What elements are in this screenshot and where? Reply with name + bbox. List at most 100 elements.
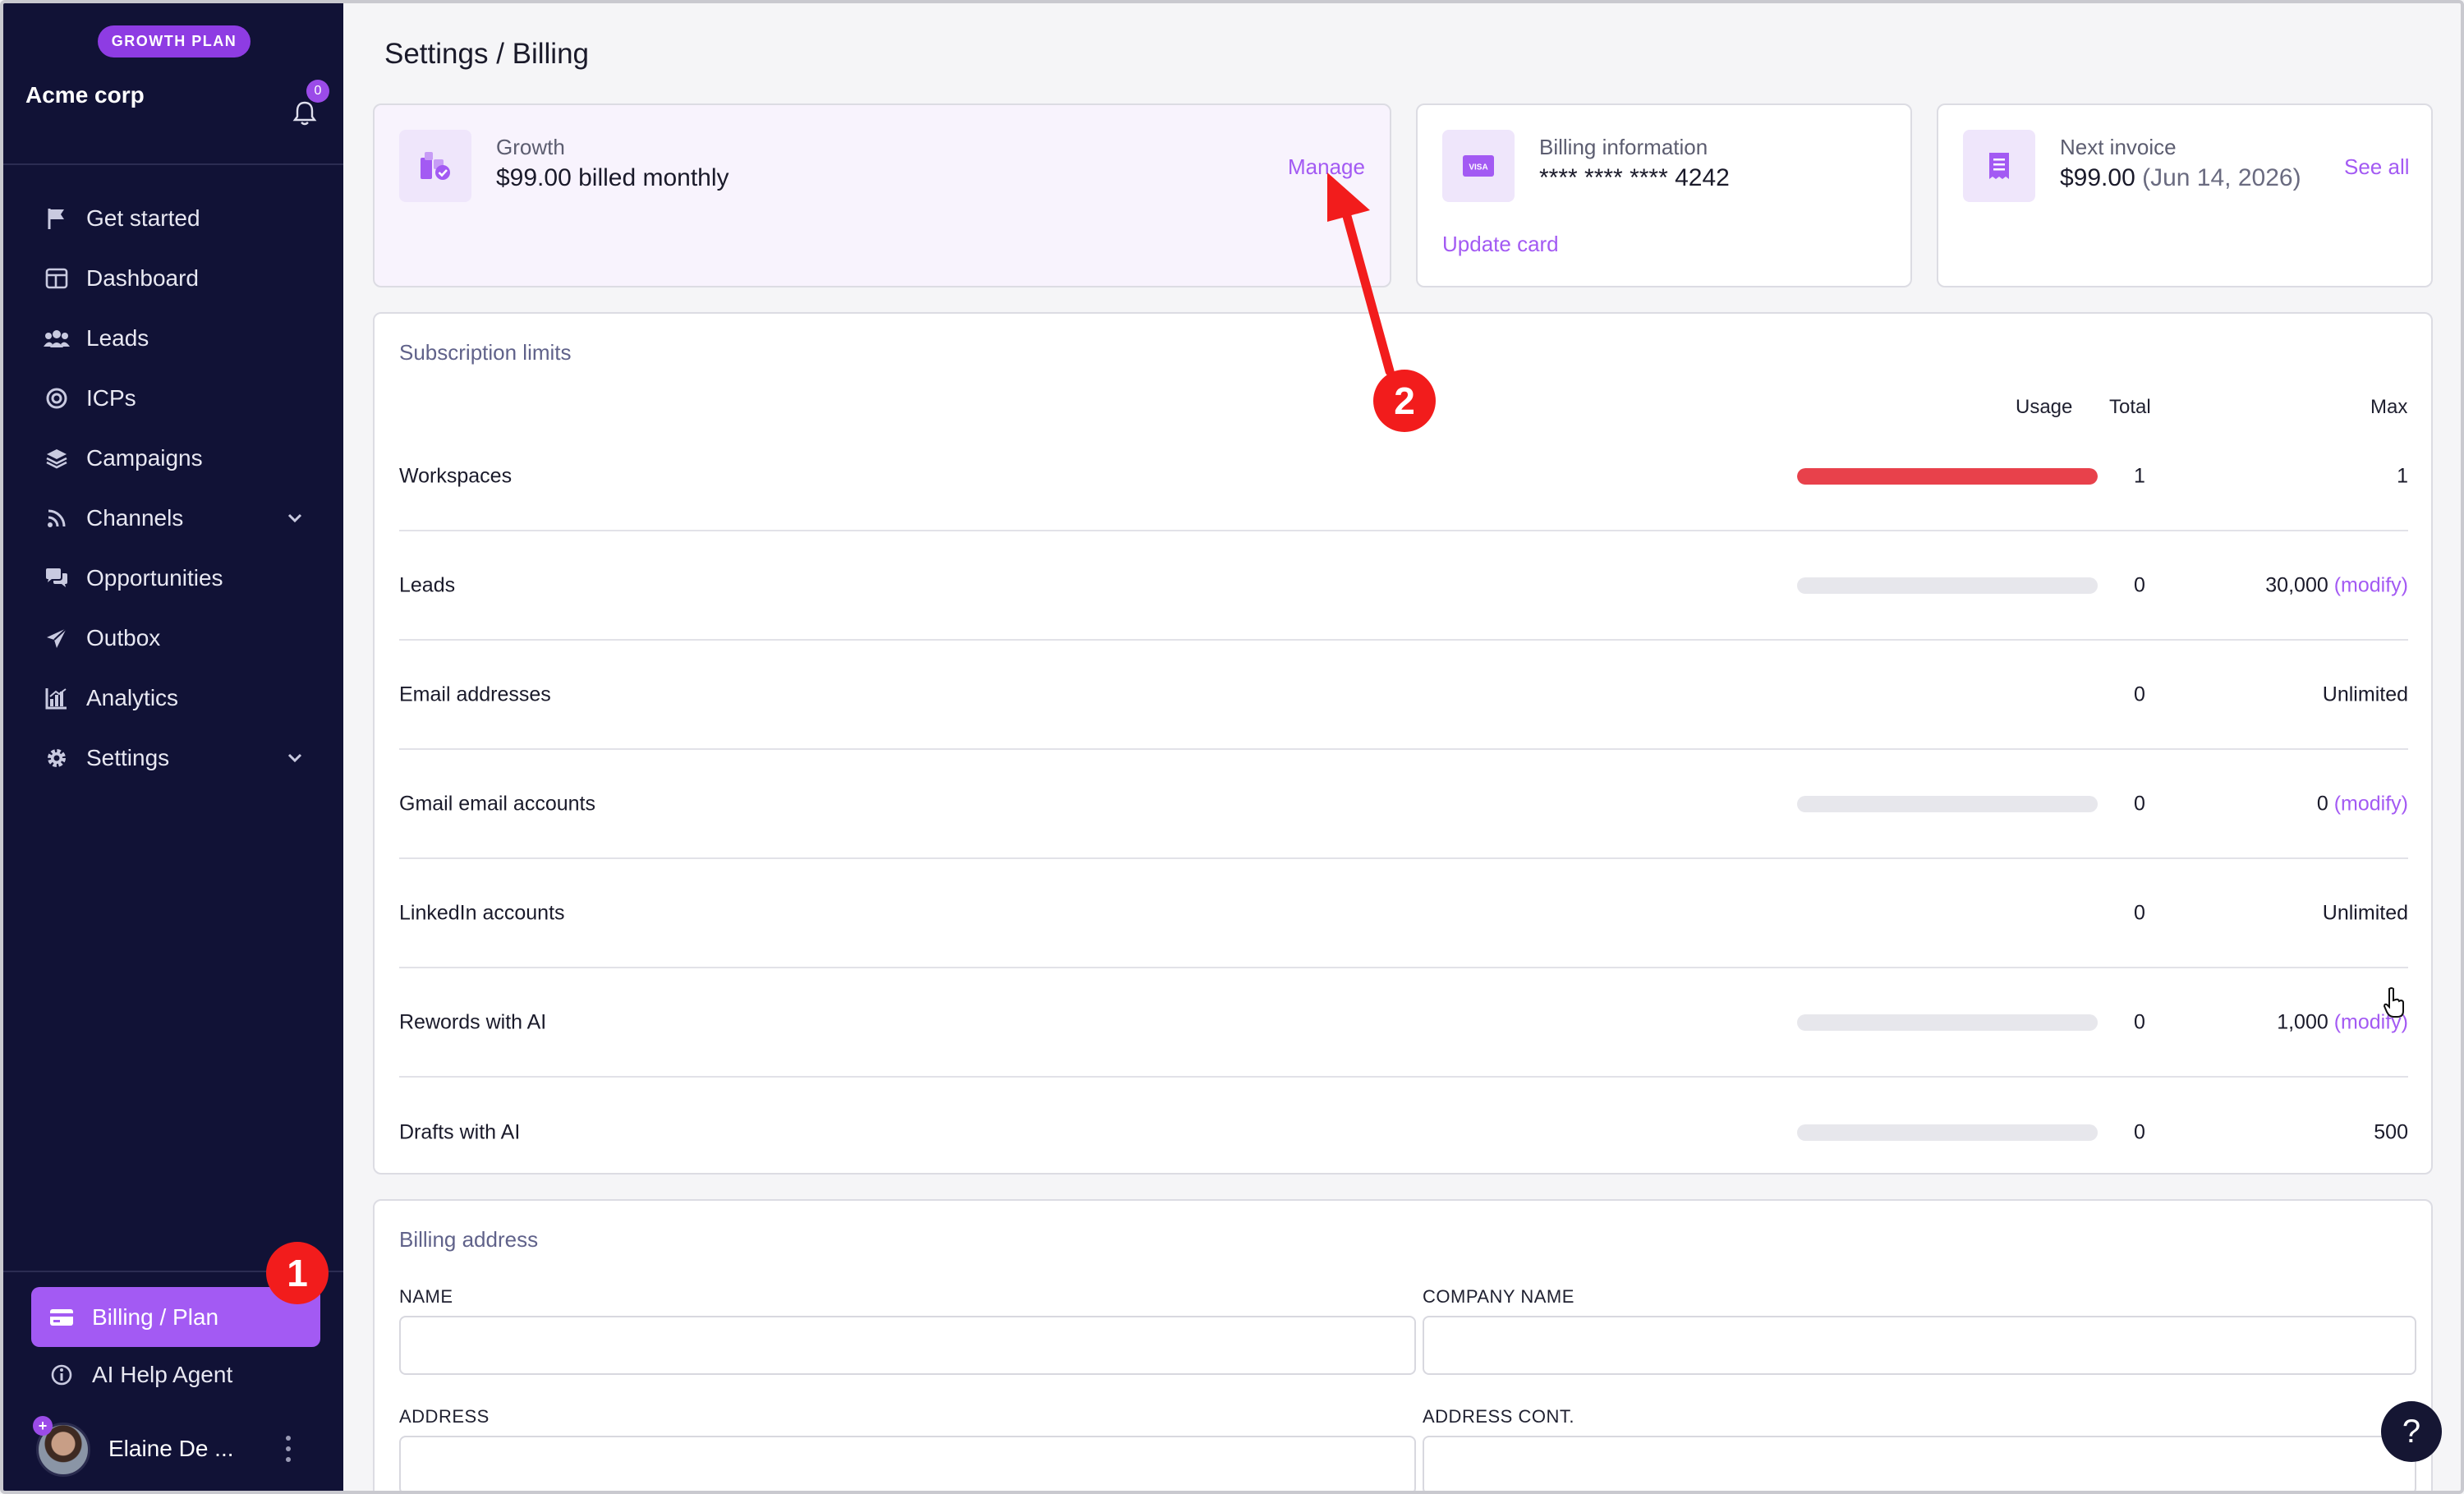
plan-icon [399, 130, 471, 202]
table-row: Workspaces 1 1 [399, 422, 2408, 531]
sidebar-item-channels[interactable]: Channels [3, 492, 343, 545]
usage-bar [1797, 795, 2098, 812]
bar-chart-icon [43, 684, 71, 712]
sidebar-item-label: Outbox [86, 625, 161, 650]
usage-bar [1797, 467, 2098, 485]
sidebar-item-label: Analytics [86, 685, 179, 710]
app-window: GROWTH PLAN Acme corp 0 Get started Dash… [0, 0, 2464, 1494]
gear-icon [43, 744, 71, 772]
modify-link[interactable]: (modify) [2334, 792, 2408, 815]
sidebar-item-icps[interactable]: ICPs [3, 372, 343, 425]
address-cont-input[interactable] [1423, 1436, 2416, 1491]
sidebar-item-label: Opportunities [86, 565, 223, 591]
subscription-limits-card: Subscription limits Usage Total Max Work… [373, 312, 2433, 1175]
next-invoice-card: Next invoice $99.00 (Jun 14, 2026) See a… [1937, 103, 2433, 287]
notification-count-badge: 0 [306, 80, 329, 103]
sidebar-item-analytics[interactable]: Analytics [3, 672, 343, 724]
address-input[interactable] [399, 1436, 1416, 1491]
bell-icon[interactable] [292, 99, 318, 127]
limit-max-value: 1,000 [2277, 1010, 2328, 1033]
receipt-icon [1963, 130, 2035, 202]
next-invoice-value: $99.00 (Jun 14, 2026) [2060, 164, 2301, 192]
more-vertical-icon[interactable] [279, 1432, 297, 1465]
limit-total: 0 [2134, 901, 2145, 924]
modify-link[interactable]: (modify) [2334, 573, 2408, 596]
limit-max-value: Unlimited [2322, 901, 2408, 924]
rss-icon [43, 504, 71, 532]
limit-max: Unlimited [2323, 901, 2408, 925]
chevron-down-icon[interactable] [283, 746, 307, 770]
sidebar-item-leads[interactable]: Leads [3, 312, 343, 365]
plan-price: $99.00 billed monthly [496, 164, 729, 191]
sidebar-item-label: Campaigns [86, 445, 203, 471]
name-input[interactable] [399, 1316, 1416, 1375]
limit-label: LinkedIn accounts [399, 901, 565, 924]
usage-bar [1797, 1014, 2098, 1031]
section-title: Billing address [399, 1227, 539, 1252]
plus-icon[interactable]: + [33, 1416, 53, 1436]
sidebar-item-label: Leads [86, 325, 149, 351]
see-all-link[interactable]: See all [2344, 154, 2410, 180]
invoice-amount: $99.00 [2060, 164, 2135, 191]
address-label: ADDRESS [399, 1406, 490, 1427]
table-row: Email addresses 0 Unlimited [399, 641, 2408, 750]
billing-address-card: Billing address NAME COMPANY NAME ADDRES… [373, 1199, 2433, 1491]
visa-brand-text: VISA [1469, 163, 1487, 172]
column-header-total: Total [2109, 396, 2151, 418]
usage-bar [1797, 577, 2098, 594]
billing-info-card: VISA Billing information **** **** **** … [1416, 103, 1912, 287]
update-card-link[interactable]: Update card [1442, 232, 1559, 257]
annotation-marker-1: 1 [266, 1242, 329, 1304]
limit-max: Unlimited [2323, 683, 2408, 706]
usage-bar-fill [1797, 467, 2098, 485]
sidebar-item-label: Dashboard [86, 265, 199, 291]
manage-link[interactable]: Manage [1288, 154, 1365, 180]
chat-icon [43, 564, 71, 592]
sidebar-item-dashboard[interactable]: Dashboard [3, 252, 343, 305]
sidebar-item-campaigns[interactable]: Campaigns [3, 432, 343, 485]
sidebar-item-label: Channels [86, 505, 184, 531]
dashboard-icon [43, 264, 71, 292]
limit-label: Leads [399, 573, 456, 596]
chevron-down-icon[interactable] [283, 506, 307, 531]
sidebar-item-opportunities[interactable]: Opportunities [3, 552, 343, 604]
column-header-max: Max [2370, 396, 2408, 418]
sidebar-item-label: Get started [86, 205, 200, 231]
limit-total: 0 [2134, 573, 2145, 596]
annotation-marker-2: 2 [1373, 370, 1436, 432]
org-name[interactable]: Acme corp [25, 82, 145, 108]
limit-max-value: 0 [2316, 792, 2328, 815]
plan-name: Growth [496, 135, 565, 159]
sidebar-divider [3, 163, 343, 165]
sidebar-item-ai-help-agent[interactable]: AI Help Agent [31, 1349, 320, 1401]
table-row: Drafts with AI 0 500 [399, 1078, 2408, 1187]
limit-total: 0 [2134, 683, 2145, 706]
sidebar-item-get-started[interactable]: Get started [3, 192, 343, 245]
info-icon [48, 1361, 76, 1389]
limit-max: 500 [2374, 1120, 2408, 1144]
limit-label: Workspaces [399, 464, 513, 487]
user-menu[interactable]: + Elaine De ... [3, 1414, 343, 1483]
limit-label: Email addresses [399, 683, 551, 706]
sidebar-item-outbox[interactable]: Outbox [3, 612, 343, 664]
address-cont-label: ADDRESS CONT. [1423, 1406, 1574, 1427]
invoice-date: (Jun 14, 2026) [2142, 164, 2301, 191]
sidebar-item-label: ICPs [86, 385, 136, 411]
limit-max-value: 30,000 [2265, 573, 2328, 596]
page-title: Settings / Billing [384, 38, 590, 70]
limit-max: 30,000 (modify) [2265, 573, 2408, 597]
plan-badge: GROWTH PLAN [98, 25, 251, 57]
help-button[interactable]: ? [2381, 1401, 2442, 1462]
users-icon [43, 324, 71, 352]
limit-label: Gmail email accounts [399, 792, 595, 815]
credit-card-icon [48, 1303, 76, 1331]
plan-card: Growth $99.00 billed monthly Manage [373, 103, 1391, 287]
sidebar-item-settings[interactable]: Settings [3, 732, 343, 784]
limit-max-value: Unlimited [2322, 683, 2408, 706]
company-name-input[interactable] [1423, 1316, 2416, 1375]
limit-label: Rewords with AI [399, 1010, 547, 1033]
table-row: Rewords with AI 0 1,000 (modify) [399, 968, 2408, 1078]
limit-label: Drafts with AI [399, 1120, 521, 1143]
limit-max: 1 [2397, 464, 2408, 488]
limit-max-value: 500 [2374, 1120, 2408, 1143]
